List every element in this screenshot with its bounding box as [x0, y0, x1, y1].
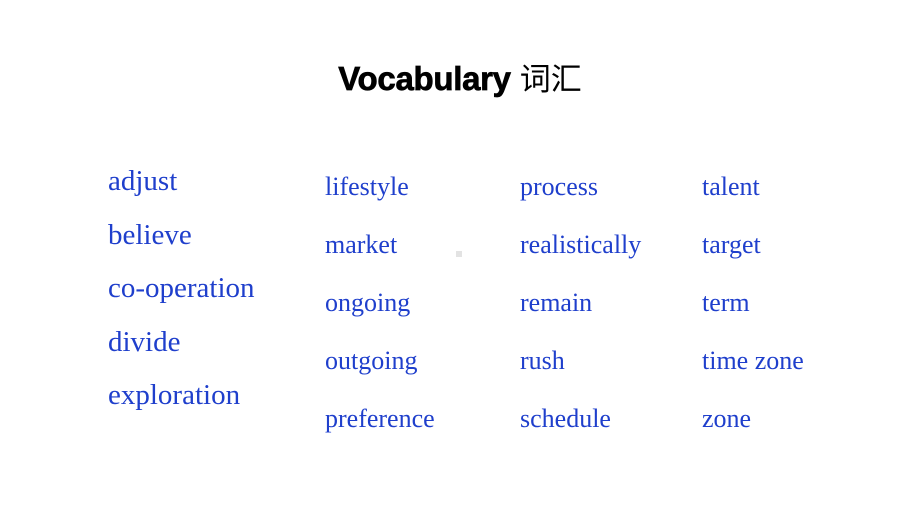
- vocabulary-column-4: talent target term time zone zone: [702, 158, 804, 448]
- vocabulary-word: term: [702, 288, 750, 317]
- vocabulary-word-grid: adjust believe co-operation divide explo…: [0, 0, 920, 518]
- vocabulary-word: believe: [108, 218, 192, 251]
- vocabulary-column-2: lifestyle market ongoing outgoing prefer…: [325, 158, 435, 448]
- vocabulary-word: target: [702, 230, 761, 259]
- vocabulary-word: outgoing: [325, 346, 418, 375]
- vocabulary-word: market: [325, 230, 398, 259]
- vocabulary-slide: Vocabulary 词汇 adjust believe co-operation…: [0, 0, 920, 518]
- vocabulary-word: adjust: [108, 165, 178, 197]
- vocabulary-column-1: adjust believe co-operation divide explo…: [108, 155, 255, 423]
- vocabulary-word: remain: [520, 288, 593, 317]
- vocabulary-word: talent: [702, 172, 760, 201]
- vocabulary-word: rush: [520, 346, 565, 375]
- vocabulary-word: divide: [108, 325, 181, 358]
- vocabulary-word: co-operation: [108, 272, 255, 304]
- vocabulary-word: process: [520, 172, 598, 201]
- vocabulary-word: time zone: [702, 346, 804, 375]
- vocabulary-word: schedule: [520, 404, 611, 433]
- vocabulary-word: realistically: [520, 230, 642, 259]
- vocabulary-word: lifestyle: [325, 172, 409, 201]
- vocabulary-word: zone: [702, 404, 752, 433]
- stray-pixel-artifact: [456, 251, 462, 257]
- vocabulary-column-3: process realistically remain rush schedu…: [520, 158, 641, 448]
- vocabulary-word: exploration: [108, 379, 241, 411]
- vocabulary-word: ongoing: [325, 288, 411, 317]
- vocabulary-word: preference: [325, 404, 435, 433]
